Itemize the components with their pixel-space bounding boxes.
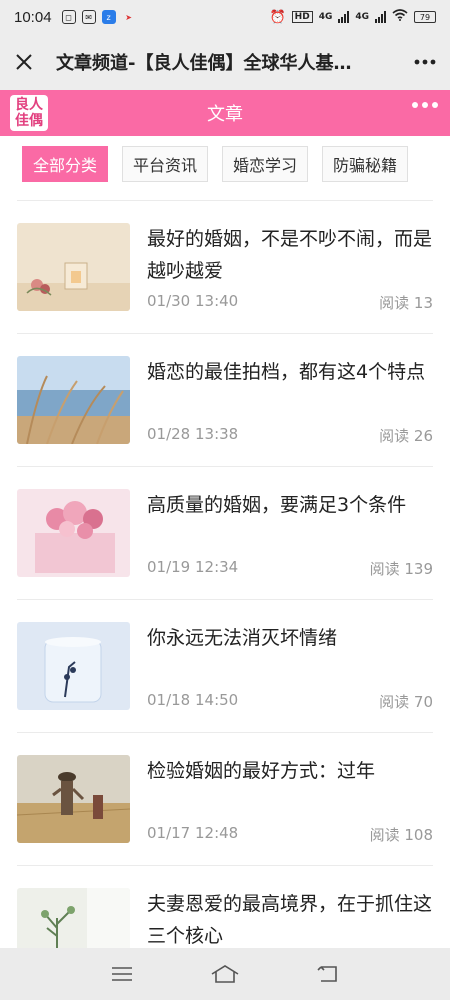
- article-thumbnail: [17, 755, 130, 843]
- dot-icon: [432, 102, 438, 108]
- map-app-icon: ➤: [125, 12, 132, 22]
- article-read-count: 阅读 108: [369, 826, 433, 844]
- article-thumbnail: [17, 489, 130, 577]
- article-thumbnail: [17, 888, 130, 948]
- article-title: 检验婚姻的最好方式：过年: [147, 760, 376, 782]
- close-button[interactable]: [0, 34, 48, 90]
- category-tabs: 全部分类 平台资讯 婚恋学习 防骗秘籍: [0, 136, 450, 200]
- status-time: 10:04: [14, 8, 52, 26]
- close-icon: [16, 54, 32, 70]
- network-4g-label-2: 4G: [355, 12, 369, 22]
- battery-icon: 79: [414, 11, 436, 23]
- channel-header: 良人 佳偶 文章: [0, 90, 450, 136]
- signal-icon-2: [375, 11, 386, 23]
- more-icon: [414, 59, 436, 65]
- article-date: 01/30 13:40: [147, 292, 239, 310]
- article-item[interactable]: 最好的婚姻，不是不吵不闹，而是越吵越爱 01/30 13:40 阅读 13: [17, 201, 433, 334]
- app-store-icon: z: [101, 10, 116, 24]
- article-title: 婚恋的最佳拍档，都有这4个特点: [147, 361, 426, 383]
- tab-anti-fraud[interactable]: 防骗秘籍: [322, 146, 409, 182]
- article-date: 01/17 12:48: [147, 824, 239, 842]
- article-title: 夫妻恩爱的最高境界，在于抓住这三个核心: [147, 893, 433, 947]
- article-date: 01/28 13:38: [147, 425, 239, 443]
- page-title: 文章频道-【良人佳偶】全球华人基…: [56, 53, 352, 74]
- network-4g-label-1: 4G: [318, 12, 333, 22]
- dot-icon: [412, 102, 418, 108]
- status-bar: 10:04 ◻ ✉ z ➤ ⏰ HD 4G 4G 79: [0, 0, 450, 34]
- nav-bar: 文章频道-【良人佳偶】全球华人基…: [0, 34, 450, 90]
- notification-icons: ◻ ✉ z ➤: [61, 10, 136, 24]
- tab-dating-learning[interactable]: 婚恋学习: [222, 146, 309, 182]
- article-title: 你永远无法消灭坏情绪: [147, 627, 338, 649]
- status-right: ⏰ HD 4G 4G 79: [269, 9, 436, 25]
- article-item[interactable]: 检验婚姻的最好方式：过年 01/17 12:48 阅读 108: [17, 733, 433, 866]
- mail-notification-icon: ✉: [81, 10, 96, 24]
- channel-title: 文章: [207, 104, 243, 125]
- back-button[interactable]: [308, 954, 348, 994]
- article-date: 01/18 14:50: [147, 691, 239, 709]
- article-title: 最好的婚姻，不是不吵不闹，而是越吵越爱: [147, 228, 433, 282]
- article-thumbnail: [17, 356, 130, 444]
- article-read-count: 阅读 13: [379, 294, 433, 312]
- article-item[interactable]: 你永远无法消灭坏情绪 01/18 14:50 阅读 70: [17, 600, 433, 733]
- system-nav-bar: [0, 948, 450, 1000]
- wifi-icon: [392, 9, 408, 25]
- article-thumbnail: [17, 622, 130, 710]
- article-item[interactable]: 婚恋的最佳拍档，都有这4个特点 01/28 13:38 阅读 26: [17, 334, 433, 467]
- network-hd-label: HD: [291, 11, 313, 23]
- alarm-icon: ⏰: [269, 9, 286, 25]
- home-icon: [211, 965, 239, 983]
- article-title: 高质量的婚姻，要满足3个条件: [147, 494, 407, 516]
- home-button[interactable]: [205, 954, 245, 994]
- back-icon: [317, 966, 338, 982]
- signal-icon-1: [338, 11, 350, 23]
- tab-all-categories[interactable]: 全部分类: [22, 146, 109, 182]
- more-menu-button[interactable]: [400, 34, 450, 90]
- article-item[interactable]: 夫妻恩爱的最高境界，在于抓住这三个核心: [17, 866, 433, 948]
- app-notification-icon: ◻: [61, 10, 76, 24]
- article-read-count: 阅读 139: [369, 560, 433, 578]
- article-item[interactable]: 高质量的婚姻，要满足3个条件 01/19 12:34 阅读 139: [17, 467, 433, 600]
- channel-more-button[interactable]: [412, 102, 438, 108]
- tab-platform-news[interactable]: 平台资讯: [122, 146, 209, 182]
- menu-icon: [111, 967, 132, 981]
- article-read-count: 阅读 70: [379, 693, 433, 711]
- article-date: 01/19 12:34: [147, 558, 239, 576]
- main-content: 全部分类 平台资讯 婚恋学习 防骗秘籍 最好的婚姻，不是不吵不闹，而是越吵越爱 …: [0, 136, 450, 948]
- article-read-count: 阅读 26: [379, 427, 433, 445]
- dot-icon: [422, 102, 428, 108]
- article-list: 最好的婚姻，不是不吵不闹，而是越吵越爱 01/30 13:40 阅读 13 婚恋…: [17, 200, 433, 948]
- article-thumbnail: [17, 223, 130, 311]
- menu-button[interactable]: [102, 954, 142, 994]
